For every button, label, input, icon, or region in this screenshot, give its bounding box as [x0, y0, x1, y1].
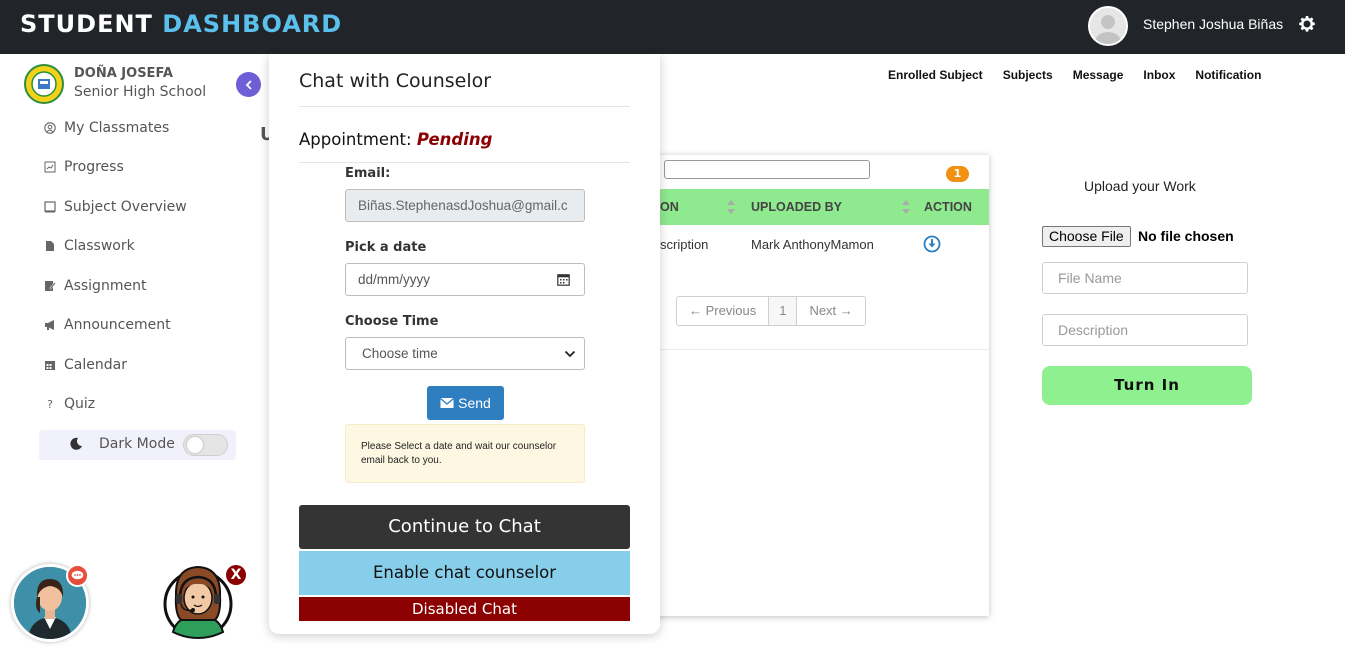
appointment-status-row: Appointment: Pending	[299, 130, 492, 149]
column-header-description[interactable]: ON	[660, 200, 679, 214]
brand-title: STUDENT DASHBOARD	[20, 10, 342, 38]
megaphone-icon	[44, 319, 56, 331]
file-name-input[interactable]: File Name	[1042, 262, 1248, 294]
nav-link-notification[interactable]: Notification	[1195, 68, 1261, 82]
cell-uploaded-by: Mark AnthonyMamon	[751, 237, 874, 252]
chat-counselor-modal: Chat with Counselor Appointment: Pending…	[269, 54, 660, 634]
modal-title: Chat with Counselor	[299, 70, 492, 92]
disabled-chat-button[interactable]: Disabled Chat	[299, 597, 630, 621]
email-field: Biñas.StephenasdJoshua@gmail.c	[345, 189, 585, 222]
column-header-action[interactable]: ACTION	[924, 200, 972, 214]
time-select[interactable]: Choose time	[345, 337, 585, 370]
chevron-down-icon	[564, 350, 576, 358]
sidebar-collapse-button[interactable]	[236, 72, 261, 97]
enable-chat-counselor-button[interactable]: Enable chat counselor	[299, 551, 630, 595]
brand-part1: STUDENT	[20, 10, 153, 38]
turn-in-button[interactable]: Turn In	[1042, 366, 1252, 405]
send-button-label: Send	[458, 395, 491, 411]
sidebar-item-my-classmates[interactable]: My Classmates	[44, 117, 169, 139]
chart-icon	[44, 161, 56, 173]
upload-title: Upload your Work	[1084, 178, 1196, 194]
description-input[interactable]: Description	[1042, 314, 1248, 346]
toggle-knob	[187, 437, 203, 453]
choose-file-button[interactable]: Choose File	[1042, 226, 1131, 247]
question-icon: ?	[47, 397, 53, 411]
sidebar-item-announcement[interactable]: Announcement	[44, 314, 171, 336]
sidebar-item-label: Assignment	[64, 278, 147, 294]
time-label: Choose Time	[345, 314, 439, 329]
calendar-icon[interactable]	[557, 273, 570, 286]
sidebar-item-label: My Classmates	[64, 120, 170, 136]
moon-icon	[70, 437, 82, 450]
sidebar-item-label: Classwork	[64, 238, 135, 254]
square-icon	[44, 201, 56, 213]
file-status: No file chosen	[1138, 228, 1234, 244]
calendar-icon	[44, 359, 56, 371]
cell-description: scription	[660, 237, 709, 252]
sidebar-item-label: Announcement	[64, 317, 171, 333]
sidebar-item-assignment[interactable]: Assignment	[44, 275, 146, 297]
time-select-value: Choose time	[362, 346, 438, 361]
date-label: Pick a date	[345, 240, 427, 255]
school-subname: Senior High School	[74, 84, 207, 100]
envelope-icon	[440, 398, 455, 408]
edit-icon	[44, 280, 56, 292]
pagination: ← Previous 1 Next →	[676, 296, 866, 326]
continue-to-chat-button[interactable]: Continue to Chat	[299, 505, 630, 549]
sidebar-item-subject-overview[interactable]: Subject Overview	[44, 196, 187, 218]
sidebar-item-label: Calendar	[64, 357, 127, 373]
column-header-uploaded-by[interactable]: UPLOADED BY	[751, 200, 842, 214]
pagination-previous[interactable]: ← Previous	[677, 297, 768, 325]
school-name: DOÑA JOSEFA	[74, 66, 173, 81]
sidebar-item-quiz[interactable]: ? Quiz	[44, 393, 95, 415]
nav-link-message[interactable]: Message	[1073, 68, 1124, 82]
sidebar-item-label: Progress	[64, 159, 124, 175]
nav-link-enrolled-subject[interactable]: Enrolled Subject	[888, 68, 983, 82]
send-button[interactable]: Send	[427, 386, 504, 420]
date-placeholder: dd/mm/yyyy	[358, 272, 431, 287]
file-icon	[44, 240, 56, 252]
brand-part2: DASHBOARD	[162, 10, 343, 38]
count-badge: 1	[946, 166, 969, 182]
table-search-input[interactable]	[664, 160, 870, 179]
dark-mode-label: Dark Mode	[99, 436, 175, 452]
chat-bubble-icon[interactable]	[66, 564, 89, 587]
email-label: Email:	[345, 166, 391, 181]
chevron-left-icon	[245, 79, 252, 90]
sort-icon[interactable]	[726, 198, 736, 216]
user-name: Stephen Joshua Biñas	[1143, 16, 1284, 32]
info-note: Please Select a date and wait our counse…	[345, 424, 585, 483]
download-icon[interactable]	[923, 235, 941, 253]
sidebar-item-progress[interactable]: Progress	[44, 156, 124, 178]
date-input[interactable]: dd/mm/yyyy	[345, 263, 585, 296]
user-silhouette-icon	[1090, 8, 1126, 44]
sidebar-item-classwork[interactable]: Classwork	[44, 235, 135, 257]
sort-icon[interactable]	[901, 198, 911, 216]
counselor-avatar[interactable]	[163, 558, 233, 640]
school-logo	[24, 64, 64, 104]
pagination-page[interactable]: 1	[768, 297, 798, 325]
appointment-status: Pending	[416, 130, 493, 149]
gear-icon[interactable]	[1298, 15, 1316, 33]
nav-link-subjects[interactable]: Subjects	[1003, 68, 1053, 82]
divider	[299, 106, 630, 107]
close-counselor-button[interactable]: X	[226, 565, 246, 585]
top-bar: STUDENT DASHBOARD Stephen Joshua Biñas	[0, 0, 1345, 54]
top-nav-links: Enrolled Subject Subjects Message Inbox …	[888, 68, 1261, 82]
pagination-next[interactable]: Next →	[797, 297, 864, 325]
appointment-label: Appointment:	[299, 130, 412, 149]
divider	[299, 162, 630, 163]
user-circle-icon	[44, 122, 56, 134]
sidebar-item-label: Subject Overview	[64, 199, 187, 215]
nav-link-inbox[interactable]: Inbox	[1143, 68, 1175, 82]
user-avatar[interactable]	[1088, 6, 1128, 46]
dark-mode-toggle[interactable]	[183, 434, 228, 456]
dark-mode-row: Dark Mode	[39, 430, 236, 460]
sidebar-item-calendar[interactable]: Calendar	[44, 354, 127, 376]
sidebar-item-label: Quiz	[64, 396, 96, 412]
